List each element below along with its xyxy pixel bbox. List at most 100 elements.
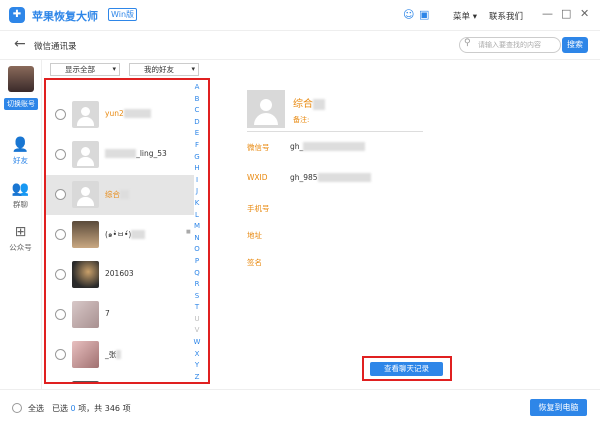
alphabet-letter[interactable]: I — [192, 175, 202, 187]
alphabet-index: ABCDEFGHIJKLMNOPQRSTUVWXYZ — [192, 82, 202, 383]
default-avatar-icon — [247, 90, 285, 128]
field-value-wechat-id: gh_xxxxxxxxxxxxxx — [290, 142, 366, 151]
default-avatar-icon — [72, 181, 99, 208]
contact-name: 7 — [105, 309, 110, 318]
sidebar-item-official[interactable]: ⊞ 公众号 — [0, 224, 41, 253]
list-item[interactable] — [46, 375, 194, 382]
sidebar-item-groups[interactable]: 👥 群聊 — [0, 181, 41, 210]
alphabet-letter[interactable]: S — [192, 291, 202, 303]
switch-account-button[interactable]: 切换账号 — [4, 98, 38, 110]
chevron-down-icon: ▾ — [191, 65, 195, 73]
chevron-down-icon: ▾ — [112, 65, 116, 73]
radio-button[interactable] — [55, 149, 66, 160]
field-value-wxid: gh_985xxxxxxxxxxxx — [290, 173, 371, 182]
alphabet-letter[interactable]: Y — [192, 360, 202, 372]
search-icon: ⚲ — [464, 38, 471, 48]
alphabet-letter[interactable]: D — [192, 117, 202, 129]
list-item[interactable]: 201603 — [46, 255, 194, 295]
sidebar-item-friends[interactable]: 👤 好友 — [0, 137, 41, 166]
sidebar-item-label: 群聊 — [13, 200, 28, 209]
list-item[interactable]: (๑•̀ㅂ•́)xxx ■ — [46, 215, 194, 255]
list-item[interactable]: xxxxxxx_ling_53 — [46, 135, 194, 175]
list-item[interactable]: 7 — [46, 295, 194, 335]
page-title: 微信通讯录 — [34, 42, 77, 52]
show-all-dropdown[interactable]: 显示全部 ▾ — [50, 63, 120, 76]
contact-avatar — [72, 381, 99, 382]
contact-name: (๑•̀ㅂ•́)xxx — [105, 230, 145, 239]
view-chat-records-button[interactable]: 查看聊天记录 — [370, 362, 443, 376]
alphabet-letter[interactable]: R — [192, 279, 202, 291]
alphabet-letter[interactable]: M — [192, 221, 202, 233]
radio-button[interactable] — [55, 189, 66, 200]
alphabet-letter[interactable]: B — [192, 94, 202, 106]
search-placeholder: 请输入要查找的内容 — [478, 41, 541, 49]
contact-avatar — [72, 341, 99, 368]
contact-avatar — [72, 221, 99, 248]
list-item[interactable]: _张x — [46, 335, 194, 375]
alphabet-letter[interactable]: F — [192, 140, 202, 152]
friends-dropdown[interactable]: 我的好友 ▾ — [129, 63, 199, 76]
back-arrow-icon[interactable]: ← — [14, 36, 26, 52]
alphabet-letter[interactable]: A — [192, 82, 202, 94]
alphabet-letter[interactable]: C — [192, 105, 202, 117]
search-button[interactable]: 搜索 — [562, 37, 588, 53]
edition-badge: Win版 — [108, 8, 138, 21]
contact-list: yun21xxxxx xxxxxxx_ling_53 综合xx (๑•̀ㅂ•́)… — [44, 78, 210, 384]
default-avatar-icon — [72, 101, 99, 128]
search-input[interactable]: ⚲ 请输入要查找的内容 — [459, 37, 561, 53]
list-item-selected[interactable]: 综合xx — [46, 175, 194, 215]
app-logo-icon: ✚ — [9, 7, 25, 23]
alphabet-letter[interactable]: U — [192, 314, 202, 326]
radio-button[interactable] — [55, 349, 66, 360]
contact-name: 综合xx — [105, 190, 129, 199]
contact-us-link[interactable]: 联系我们 — [489, 10, 523, 22]
alphabet-letter[interactable]: L — [192, 210, 202, 222]
chat-record-annotation: 查看聊天记录 — [362, 356, 452, 381]
grid-icon: ⊞ — [14, 224, 27, 240]
alphabet-letter[interactable]: X — [192, 349, 202, 361]
contact-name: xxxxxxx_ling_53 — [105, 149, 167, 158]
close-icon[interactable]: ✕ — [580, 7, 589, 20]
alphabet-letter[interactable]: N — [192, 233, 202, 245]
recover-to-pc-button[interactable]: 恢复到电脑 — [530, 399, 587, 416]
radio-button[interactable] — [55, 109, 66, 120]
alphabet-letter[interactable]: G — [192, 152, 202, 164]
list-item[interactable]: yun21xxxxx — [46, 95, 194, 135]
group-icon: 👥 — [11, 181, 30, 197]
alphabet-letter[interactable]: V — [192, 325, 202, 337]
radio-button[interactable] — [55, 269, 66, 280]
alphabet-letter[interactable]: T — [192, 302, 202, 314]
alphabet-letter[interactable]: J — [192, 186, 202, 198]
alphabet-letter[interactable]: H — [192, 163, 202, 175]
left-sidebar: 切换账号 👤 好友 👥 群聊 ⊞ 公众号 — [0, 59, 42, 389]
status-badge: ■ — [186, 229, 191, 235]
alphabet-letter[interactable]: E — [192, 128, 202, 140]
alphabet-letter[interactable]: Z — [192, 372, 202, 384]
maximize-icon[interactable]: □ — [561, 7, 571, 20]
alphabet-letter[interactable]: O — [192, 244, 202, 256]
alphabet-letter[interactable]: P — [192, 256, 202, 268]
radio-button[interactable] — [55, 229, 66, 240]
detail-remark: 备注: — [293, 116, 310, 124]
field-label-phone: 手机号 — [247, 204, 270, 213]
alphabet-letter[interactable]: Q — [192, 268, 202, 280]
nav-bar: ← 微信通讯录 ⚲ 请输入要查找的内容 搜索 — [0, 31, 600, 60]
account-avatar — [8, 66, 34, 92]
field-label-wechat-id: 微信号 — [247, 143, 270, 152]
detail-name: 综合xx — [293, 99, 325, 110]
menu-label: 菜单 — [453, 12, 471, 22]
menu-button[interactable]: 菜单 ▾ — [453, 10, 477, 22]
selection-summary: 已选 0 项，共 346 项 — [52, 404, 131, 413]
divider — [247, 131, 423, 132]
field-label-wxid: WXID — [247, 173, 268, 182]
minimize-icon[interactable]: — — [542, 7, 553, 20]
sidebar-item-label: 公众号 — [9, 243, 32, 252]
select-all-label[interactable]: 全选 — [28, 403, 44, 414]
user-icon[interactable]: ☺ — [403, 8, 414, 21]
alphabet-letter[interactable]: K — [192, 198, 202, 210]
select-all-radio[interactable] — [12, 403, 22, 413]
radio-button[interactable] — [55, 309, 66, 320]
chevron-down-icon: ▾ — [472, 12, 477, 22]
gift-icon[interactable]: ▣ — [419, 8, 429, 21]
alphabet-letter[interactable]: W — [192, 337, 202, 349]
